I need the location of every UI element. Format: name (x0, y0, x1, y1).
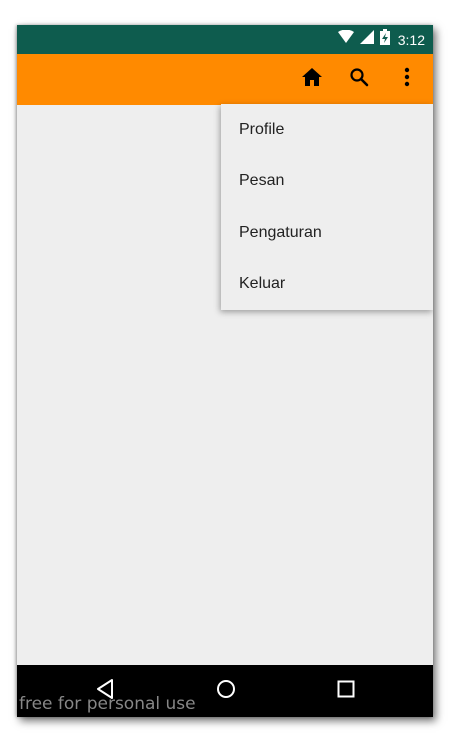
menu-item-label: Profile (239, 120, 285, 138)
menu-item-profile[interactable]: Profile (221, 104, 433, 156)
overflow-menu: Profile Pesan Pengaturan Keluar (221, 104, 433, 310)
phone-screen: 3:12 Profile Pesan Pengaturan Keluar fre… (17, 25, 433, 717)
status-time: 3:12 (397, 31, 425, 48)
overflow-menu-button[interactable] (387, 54, 427, 105)
home-icon (302, 68, 322, 91)
menu-item-pengaturan[interactable]: Pengaturan (221, 207, 433, 259)
home-button[interactable] (292, 54, 332, 105)
recents-button[interactable] (316, 665, 376, 717)
battery-charging-icon (379, 29, 390, 50)
watermark: free for personal use (19, 694, 196, 714)
home-nav-button[interactable] (196, 665, 256, 717)
wifi-icon (337, 29, 354, 49)
search-button[interactable] (339, 54, 379, 105)
more-vert-icon (404, 67, 410, 92)
home-circle-icon (216, 679, 236, 704)
menu-item-pesan[interactable]: Pesan (221, 156, 433, 208)
signal-icon (359, 30, 374, 49)
menu-item-label: Pengaturan (239, 223, 322, 241)
menu-item-label: Pesan (239, 172, 285, 190)
menu-item-label: Keluar (239, 275, 286, 293)
status-icons: 3:12 (337, 25, 425, 54)
app-bar (17, 54, 433, 105)
status-bar: 3:12 (17, 25, 433, 54)
menu-item-keluar[interactable]: Keluar (221, 259, 433, 311)
search-icon (349, 67, 369, 92)
recents-icon (337, 680, 355, 703)
